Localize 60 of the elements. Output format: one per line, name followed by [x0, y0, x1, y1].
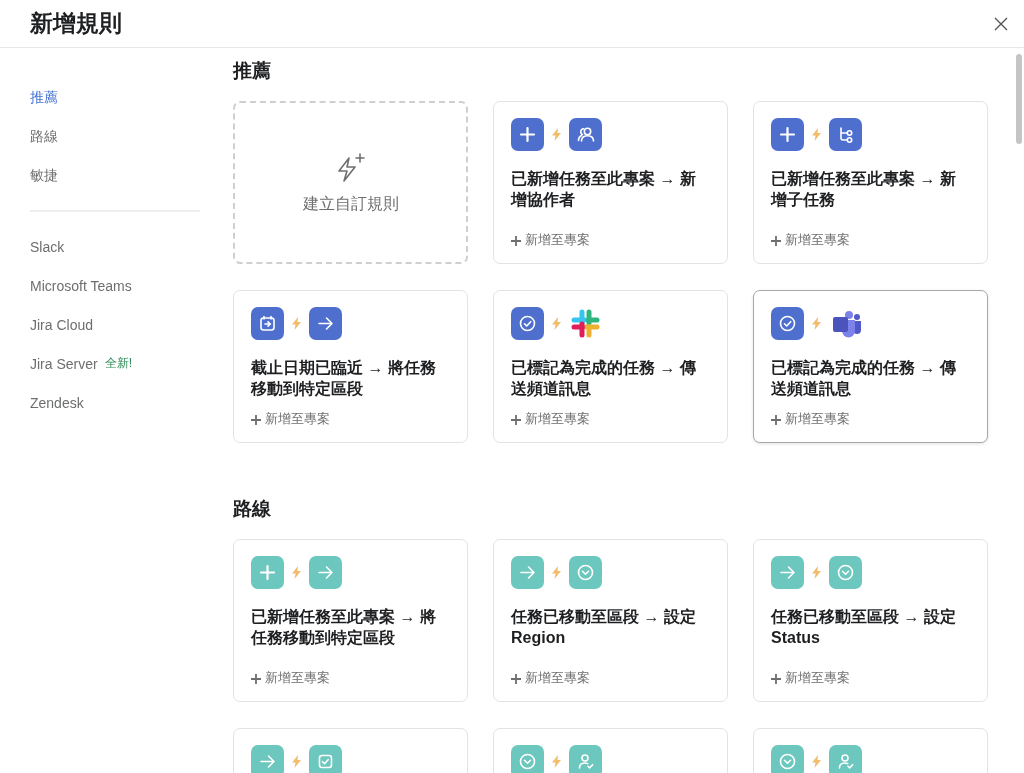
rule-card[interactable]: 截止日期已臨近 → 將任務移動到特定區段 新增至專案 [233, 290, 468, 443]
rule-card[interactable]: 已標記為完成的任務 → 傳送頻道訊息 新增至專案 [493, 290, 728, 443]
rule-title: 已新增任務至此專案 → 將任務移動到特定區段 [251, 607, 437, 648]
lightning-icon [292, 755, 301, 768]
add-to-project-link[interactable]: 新增至專案 [251, 411, 451, 428]
add-to-project-link[interactable]: 新增至專案 [771, 670, 971, 687]
plus-icon [511, 235, 521, 246]
card-label: 建立自訂規則 [303, 194, 399, 214]
lightning-icon [292, 317, 301, 330]
plus-icon [771, 673, 781, 684]
add-to-project-link[interactable]: 新增至專案 [771, 232, 971, 249]
rule-title: 任務已移動至區段 → 設定 Status [771, 607, 957, 648]
plus-icon [771, 414, 781, 425]
add-to-project-link[interactable]: 新增至專案 [771, 411, 971, 428]
section-heading: 路線 [233, 497, 272, 521]
rule-title: 已標記為完成的任務 → 傳送頻道訊息 [771, 358, 957, 399]
sidebar-item[interactable]: 推薦 [30, 78, 200, 117]
rule-card[interactable]: 任務已移動至區段 → 設定 Status 新增至專案 [753, 539, 988, 702]
lightning-icon [552, 566, 561, 579]
sidebar-item[interactable]: Jira Server 全新! [30, 344, 200, 383]
lightning-icon [812, 128, 821, 141]
dialog-title: 新增規則 [30, 9, 122, 38]
section-heading: 推薦 [233, 59, 272, 83]
rule-title: 任務已移動至區段 → 設定 Region [511, 607, 697, 648]
rule-title: 已標記為完成的任務 → 傳送頻道訊息 [511, 358, 697, 399]
rule-card[interactable]: 已標記為完成的任務 → 傳送頻道訊息 新增至專案 [753, 290, 988, 443]
add-to-project-link[interactable]: 新增至專案 [251, 670, 451, 687]
lightning-icon [812, 566, 821, 579]
add-to-project-link[interactable]: 新增至專案 [511, 411, 711, 428]
slack-logo-icon [569, 307, 602, 340]
plus-icon [771, 235, 781, 246]
lightning-icon [292, 566, 301, 579]
lightning-icon [812, 317, 821, 330]
sidebar-item[interactable]: 敏捷 [30, 156, 200, 195]
sidebar-item[interactable]: Slack [30, 227, 200, 266]
plus-icon [511, 673, 521, 684]
lightning-icon [552, 128, 561, 141]
plus-icon [251, 673, 261, 684]
rule-title: 截止日期已臨近 → 將任務移動到特定區段 [251, 358, 437, 399]
rule-card[interactable]: 已新增任務至此專案 → 新增協作者 新增至專案 [493, 101, 728, 264]
new-label: 全新! [104, 355, 133, 372]
plus-icon [511, 414, 521, 425]
sidebar-item[interactable]: 路線 [30, 117, 200, 156]
rule-title: 已新增任務至此專案 → 新增子任務 [771, 169, 957, 210]
add-to-project-link[interactable]: 新增至專案 [511, 670, 711, 687]
sidebar-item[interactable]: Jira Cloud [30, 305, 200, 344]
add-to-project-link[interactable]: 新增至專案 [511, 232, 711, 249]
sidebar-item[interactable]: Zendesk [30, 383, 200, 422]
scrollbar-thumb[interactable] [1016, 54, 1022, 144]
lightning-icon [552, 755, 561, 768]
rule-card[interactable]: 任務已移動至區段 → 設定 Region 新增至專案 [493, 539, 728, 702]
create-rule-card[interactable]: 建立自訂規則 [233, 101, 468, 264]
rule-card[interactable]: 已新增任務至此專案 → 將任務移動到特定區段 新增至專案 [233, 539, 468, 702]
sparkle-bolt-icon [335, 152, 367, 184]
rule-title: 已新增任務至此專案 → 新增協作者 [511, 169, 697, 210]
plus-icon [251, 414, 261, 425]
lightning-icon [812, 755, 821, 768]
lightning-icon [552, 317, 561, 330]
sidebar-item[interactable]: Microsoft Teams [30, 266, 200, 305]
rule-card[interactable]: 已新增任務至此專案 → 新增子任務 新增至專案 [753, 101, 988, 264]
